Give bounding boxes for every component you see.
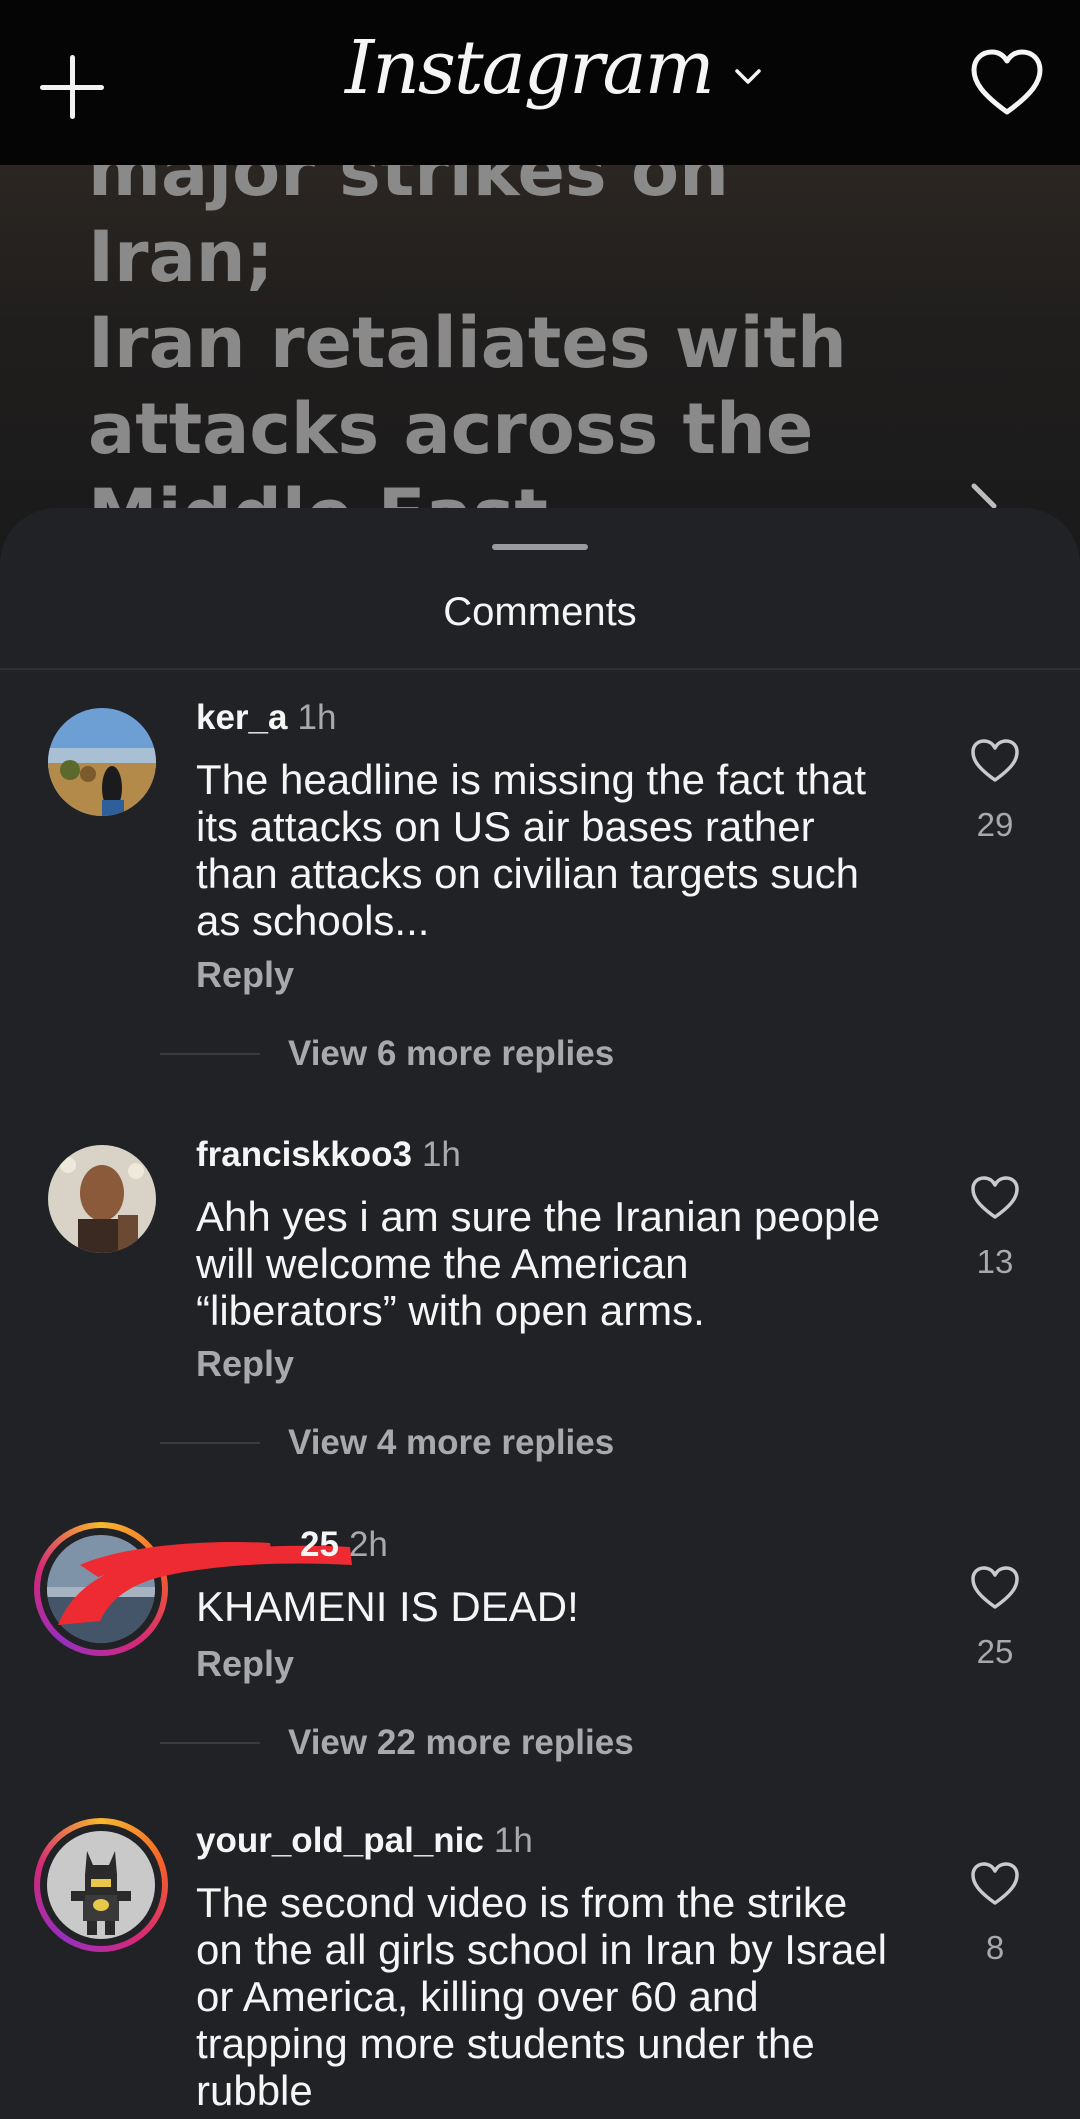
like-heart-icon[interactable] [970, 738, 1020, 784]
plus-icon[interactable] [40, 55, 104, 119]
timestamp: 1h [493, 1821, 533, 1860]
like-heart-icon[interactable] [970, 1861, 1020, 1907]
thread-line [160, 1742, 260, 1744]
like-count: 29 [976, 806, 1014, 843]
view-more-label: View 22 more replies [288, 1723, 634, 1762]
notifications-heart-icon[interactable] [970, 48, 1044, 118]
headline-line: Iran retaliates with [88, 302, 847, 384]
username[interactable]: 25 [300, 1525, 339, 1564]
avatar[interactable] [48, 1145, 156, 1253]
timestamp: 1h [421, 1135, 461, 1174]
comments-sheet: Comments ker_a 1h The headline is missing… [0, 508, 1080, 2119]
like-heart-icon[interactable] [970, 1565, 1020, 1611]
view-more-label: View 6 more replies [288, 1034, 615, 1073]
username[interactable]: ker_a [196, 698, 287, 737]
divider [0, 668, 1080, 670]
like-heart-icon[interactable] [970, 1175, 1020, 1221]
timestamp: 2h [348, 1525, 388, 1564]
comment-meta: your_old_pal_nic 1h [196, 1821, 533, 1861]
text-line: The second video is from the strike [196, 1879, 848, 1926]
view-more-replies[interactable]: View 6 more replies [160, 1034, 614, 1074]
sheet-title: Comments [443, 590, 637, 634]
post-headline: major strikes on Iran; Iran retaliates w… [88, 128, 888, 558]
reply-button[interactable]: Reply [196, 1643, 294, 1685]
username[interactable]: franciskkoo3 [196, 1135, 412, 1174]
text-line: The headline is missing the fact that [196, 756, 867, 803]
comment-meta: ker_a 1h [196, 698, 336, 738]
like-count: 8 [985, 1929, 1005, 1966]
thread-line [160, 1053, 260, 1055]
text-line: or America, killing over 60 and [196, 1973, 759, 2020]
view-more-replies[interactable]: View 22 more replies [160, 1723, 634, 1763]
comment-text: The headline is missing the fact that it… [196, 756, 916, 944]
comment-text: KHAMENI IS DEAD! [196, 1583, 916, 1630]
text-line: KHAMENI IS DEAD! [196, 1583, 579, 1630]
reply-button[interactable]: Reply [196, 954, 294, 996]
feed-switcher[interactable]: Instagram [345, 25, 765, 111]
like-count: 25 [976, 1633, 1014, 1670]
top-bar: Instagram [0, 0, 1080, 165]
text-line: rubble [196, 2067, 313, 2114]
view-more-replies[interactable]: View 4 more replies [160, 1423, 614, 1463]
text-line: than attacks on civilian targets such [196, 850, 860, 897]
timestamp: 1h [297, 698, 337, 737]
reply-button[interactable]: Reply [196, 1343, 294, 1385]
comment-meta: 25 2h [300, 1525, 388, 1565]
avatar-story-ring[interactable] [34, 1818, 168, 1952]
sheet-grabber[interactable] [492, 544, 588, 550]
chevron-down-icon [735, 69, 761, 84]
text-line: will welcome the American [196, 1240, 689, 1287]
text-line: as schools... [196, 897, 430, 944]
text-line: trapping more students under the [196, 2020, 815, 2067]
like-count: 13 [976, 1243, 1014, 1280]
avatar[interactable] [48, 708, 156, 816]
comment-meta: franciskkoo3 1h [196, 1135, 461, 1175]
instagram-logo: Instagram [345, 25, 715, 111]
username[interactable]: your_old_pal_nic [196, 1821, 484, 1860]
text-line: its attacks on US air bases rather [196, 803, 815, 850]
thread-line [160, 1442, 260, 1444]
comment-text: The second video is from the strike on t… [196, 1879, 916, 2114]
comment-text: Ahh yes i am sure the Iranian people wil… [196, 1193, 916, 1334]
text-line: Ahh yes i am sure the Iranian people [196, 1193, 881, 1240]
text-line: on the all girls school in Iran by Israe… [196, 1926, 888, 1973]
view-more-label: View 4 more replies [288, 1423, 615, 1462]
headline-line: attacks across the [88, 388, 814, 470]
avatar [47, 1831, 155, 1939]
text-line: “liberators” with open arms. [196, 1287, 705, 1334]
